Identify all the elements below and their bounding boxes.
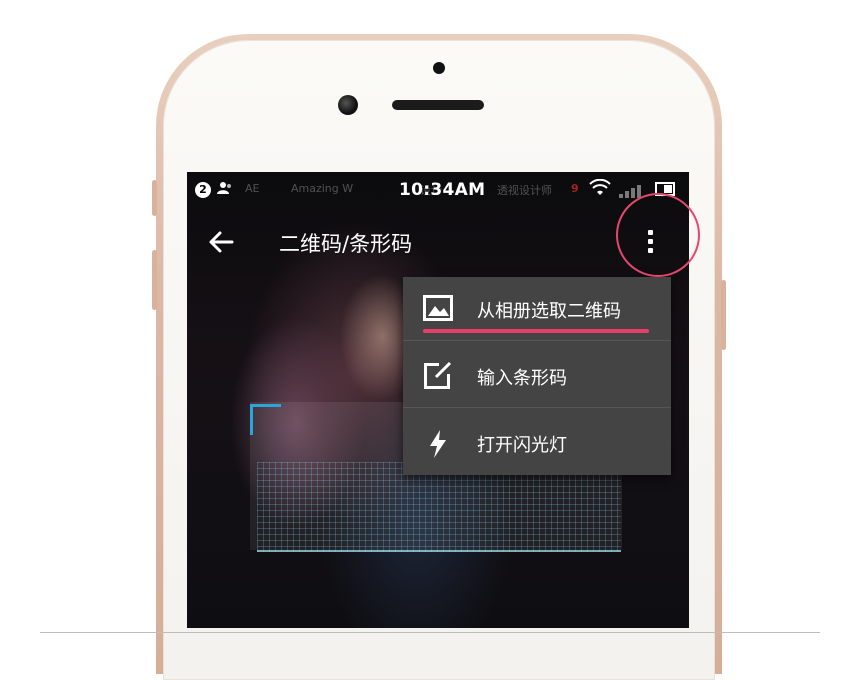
ghost-notification-red: 9	[571, 182, 579, 195]
overflow-menu: 从相册选取二维码 输入条形码 打开闪光灯	[403, 277, 671, 475]
menu-item-turn-on-flash[interactable]: 打开闪光灯	[403, 411, 671, 475]
phone-screen: 2 AE Amazing W 设计 透视设计师 9 10:34AM 二维码/条形…	[187, 172, 689, 628]
side-button-power	[721, 280, 726, 350]
image-icon	[423, 295, 453, 323]
page-title: 二维码/条形码	[279, 232, 413, 256]
arrow-left-icon[interactable]	[203, 224, 239, 260]
notification-count-badge: 2	[195, 182, 211, 198]
menu-item-label: 从相册选取二维码	[477, 301, 621, 322]
status-time: 10:34AM	[399, 180, 486, 200]
scan-corner-top-left	[250, 404, 281, 435]
menu-item-label: 输入条形码	[477, 368, 567, 389]
bottom-divider	[40, 632, 820, 633]
side-button-volume-up	[152, 250, 157, 310]
menu-item-label: 打开闪光灯	[477, 435, 567, 456]
earpiece-speaker	[392, 100, 484, 110]
ghost-notification: 透视设计师	[497, 184, 552, 197]
flash-icon	[423, 429, 453, 458]
front-camera	[338, 95, 358, 115]
front-sensor	[433, 62, 445, 74]
scan-grid	[257, 462, 621, 552]
wifi-icon	[589, 178, 611, 201]
highlight-ring	[616, 193, 700, 277]
toolbar: 二维码/条形码	[187, 208, 689, 274]
status-bar: 2 AE Amazing W 设计 透视设计师 9 10:34AM	[187, 172, 689, 208]
active-underline	[423, 329, 649, 333]
ghost-notification: Amazing W	[291, 182, 354, 195]
person-icon	[217, 181, 233, 199]
menu-item-enter-barcode[interactable]: 输入条形码	[403, 344, 671, 408]
ghost-notification: AE	[245, 182, 260, 195]
side-button-mute	[152, 180, 157, 216]
menu-item-pick-from-album[interactable]: 从相册选取二维码	[403, 277, 671, 341]
edit-icon	[423, 361, 453, 390]
